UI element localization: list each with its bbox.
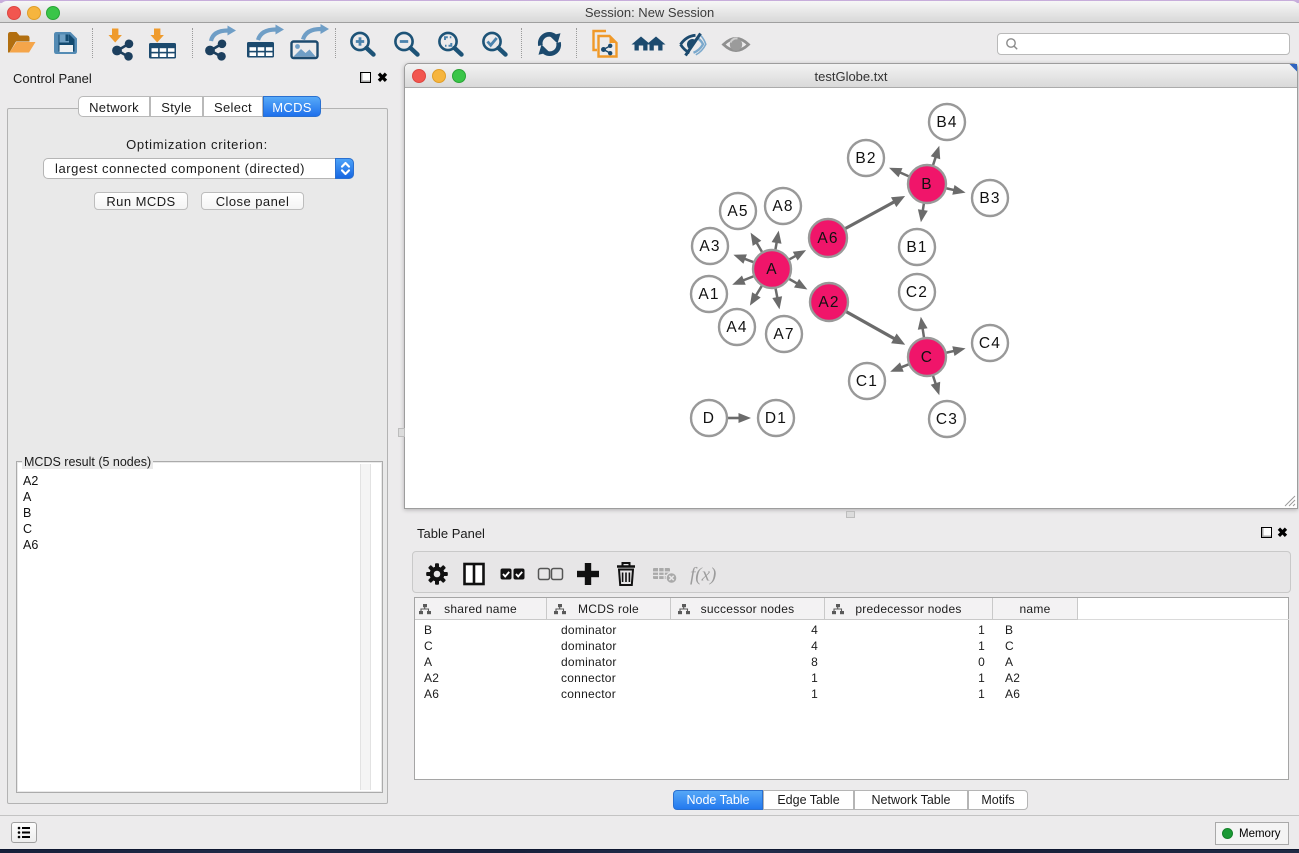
svg-text:B1: B1 — [906, 239, 927, 256]
svg-text:A2: A2 — [818, 294, 839, 311]
svg-text:B: B — [921, 176, 933, 193]
svg-text:B2: B2 — [855, 150, 876, 167]
svg-text:B3: B3 — [979, 190, 1000, 207]
svg-text:C1: C1 — [856, 373, 878, 390]
svg-text:C: C — [921, 349, 933, 366]
svg-text:A1: A1 — [698, 286, 719, 303]
svg-text:C4: C4 — [979, 335, 1001, 352]
svg-text:A7: A7 — [773, 326, 794, 343]
svg-text:C2: C2 — [906, 284, 928, 301]
svg-text:A5: A5 — [727, 203, 748, 220]
svg-text:A4: A4 — [726, 319, 747, 336]
svg-text:A: A — [766, 261, 778, 278]
svg-text:A8: A8 — [772, 198, 793, 215]
svg-text:D: D — [703, 410, 715, 427]
svg-text:A6: A6 — [817, 230, 838, 247]
svg-text:B4: B4 — [936, 114, 957, 131]
svg-text:f(x): f(x) — [690, 565, 716, 586]
svg-text:D1: D1 — [765, 410, 787, 427]
svg-text:C3: C3 — [936, 411, 958, 428]
svg-text:A3: A3 — [699, 238, 720, 255]
